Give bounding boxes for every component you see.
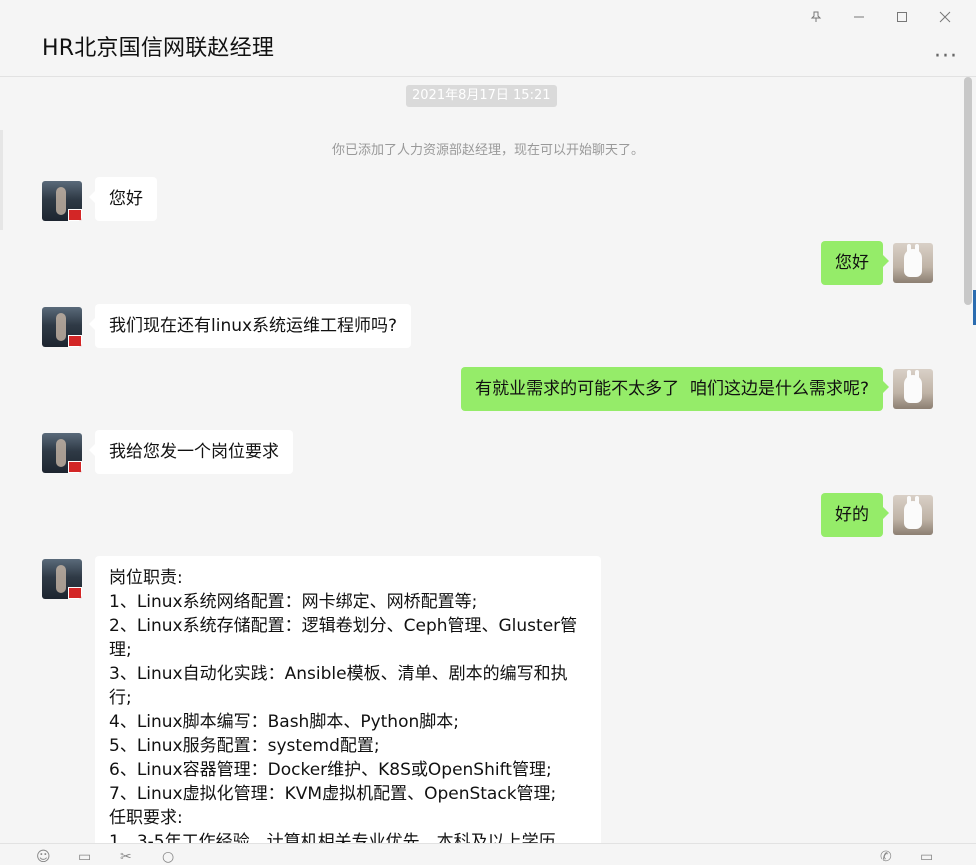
chat-scrollbar[interactable] (964, 77, 972, 305)
window-controls (794, 6, 966, 28)
pin-icon[interactable] (794, 6, 837, 28)
message-bubble-sent[interactable]: 好的 (821, 493, 889, 537)
message-bubble-received[interactable]: 我们现在还有linux系统运维工程师吗? (88, 304, 412, 348)
message-bubble-received[interactable]: 我给您发一个岗位要求 (89, 430, 293, 474)
more-options-button[interactable]: ··· (934, 44, 958, 69)
input-toolbar: ☺ ▭ ✂ ○ ✆ ▭ (0, 843, 976, 865)
message-bubble-received[interactable]: 岗位职责: 1、Linux系统网络配置：网卡绑定、网桥配置等; 2、Linux系… (95, 556, 601, 843)
avatar-hr[interactable] (42, 181, 82, 221)
system-note: 你已添加了人力资源部赵经理，现在可以开始聊天了。 (331, 143, 644, 158)
message-bubble-sent[interactable]: 有就业需求的可能不太多了 咱们这边是什么需求呢? (461, 367, 889, 411)
message-list[interactable]: 2021年8月17日 15:21 你已添加了人力资源部赵经理，现在可以开始聊天了… (0, 77, 976, 843)
avatar-self[interactable] (893, 369, 933, 409)
avatar-hr[interactable] (42, 433, 82, 473)
maximize-icon[interactable] (880, 6, 923, 28)
chat-title: HR北京国信网联赵经理 (42, 36, 275, 61)
message-timestamp: 2021年8月17日 15:21 (406, 85, 557, 107)
avatar-self[interactable] (893, 243, 933, 283)
minimize-icon[interactable] (837, 6, 880, 28)
avatar-self[interactable] (893, 495, 933, 535)
close-icon[interactable] (923, 6, 966, 28)
message-bubble-received[interactable]: 您好 (89, 177, 157, 221)
avatar-hr[interactable] (42, 559, 82, 599)
avatar-hr[interactable] (42, 307, 82, 347)
window-edge (0, 130, 3, 230)
message-bubble-sent[interactable]: 您好 (821, 241, 889, 285)
